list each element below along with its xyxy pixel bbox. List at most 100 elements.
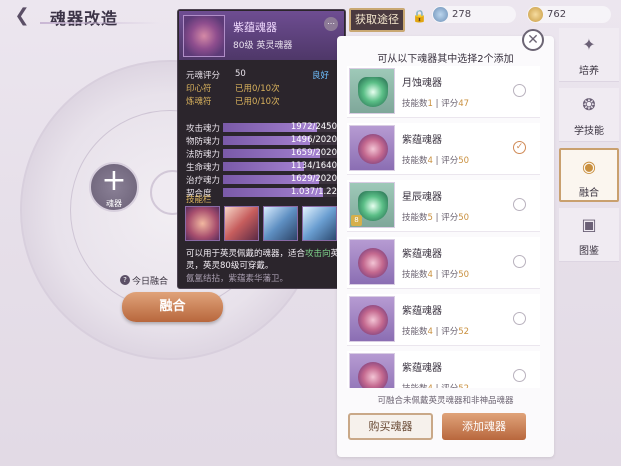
soul-item-meta: 技能数4 | 评分50 [402,268,469,280]
nav-label: 学技能 [574,126,604,137]
lock-icon[interactable]: 🔒 [412,9,427,23]
nav-item-learn-skill[interactable]: ❂ 学技能 [559,88,619,142]
back-arrow-icon[interactable]: ❮ [10,6,34,26]
close-icon[interactable]: ✕ [522,29,544,51]
score-value: 50 [458,156,470,166]
score-value: 50 [458,270,470,280]
fuse-button[interactable]: 融合 [122,292,223,322]
select-radio[interactable] [513,198,526,211]
stat-value: 1659/2020 [290,148,337,158]
select-radio[interactable] [513,84,526,97]
page-title: 魂器改造 [50,9,119,28]
soul-item-meta: 技能数4 | 评分52 [402,325,469,337]
rating-value: 50 [235,69,246,79]
score-label: 评分 [441,99,459,109]
soul-list[interactable]: 月蚀魂器 技能数1 | 评分47 紫蕴魂器 技能数4 | 评分50 ✓ 8 星辰魂器 技能数5… [347,66,540,388]
stat-bar: 1496/2020 [223,135,341,145]
soul-artifact-icon [349,125,395,171]
stat-value: 1629/2020 [290,174,337,184]
nav-label: 培养 [579,66,599,77]
select-radio[interactable] [513,255,526,268]
select-radio[interactable] [513,369,526,382]
soul-list-item[interactable]: 紫蕴魂器技能数4 | 评分52 [347,294,540,346]
description-text: 可以用于英灵佩戴的魂器，适合 [186,249,306,259]
skill-count-label: 技能数 [402,156,428,166]
stat-bar: 1659/2020 [223,148,341,158]
score-label: 评分 [441,156,459,166]
handbook-icon: ▣ [581,215,597,234]
side-nav: ✦ 培养 ❂ 学技能 ◉ 融合 ▣ 图鉴 [559,28,621,348]
soul-list-item[interactable]: 8 星辰魂器 技能数5 | 评分50 [347,180,540,232]
refine-row-label: 炼魂符 [186,97,212,107]
soul-list-item[interactable]: 紫蕴魂器 技能数4 | 评分50 ✓ [347,123,540,175]
skill-slot-4[interactable] [302,206,337,241]
select-radio[interactable] [513,312,526,325]
nav-item-cultivate[interactable]: ✦ 培养 [559,28,619,82]
currency-gold[interactable]: 762 [527,6,611,23]
skill-count-label: 技能数 [402,327,428,337]
skill-slot-1[interactable] [185,206,220,241]
soul-detail-tooltip: 紫蕴魂器 80级 英灵魂器 ⋯ 元魂评分 50 良好 印心符 已用0/10次 炼… [177,9,346,289]
title-underline [40,22,160,24]
stat-value: 1496/2020 [290,135,337,145]
more-options-icon[interactable]: ⋯ [324,17,338,31]
help-icon[interactable]: ? [120,275,130,285]
stat-label: 治疗魂力 [186,176,221,186]
stat-bar: 1134/1640 [223,161,341,171]
get-route-button[interactable]: 获取途径 [349,8,405,32]
tooltip-description: 可以用于英灵佩戴的魂器，适合攻击向英灵，英灵80级可穿戴。 [186,248,341,272]
skills-label: 技能栏 [186,195,212,205]
stat-label: 生命魂力 [186,163,221,173]
nav-label: 融合 [579,188,599,199]
rating-row: 元魂评分 [186,69,220,81]
score-value: 52 [458,327,470,337]
soul-item-name: 月蚀魂器 [402,78,442,89]
currency-silver[interactable]: 278 [432,6,516,23]
meta-separator: | [432,156,442,166]
rune-row-label: 印心符 [186,84,212,94]
skill-slot-3[interactable] [263,206,298,241]
soul-artifact-icon [349,353,395,388]
tooltip-soul-name: 紫蕴魂器 [233,21,277,34]
add-slot-label: 魂器 [106,199,122,208]
soul-artifact-icon [183,15,225,57]
learn-skill-icon: ❂ [582,95,596,114]
soul-item-name: 星辰魂器 [402,192,442,203]
score-value: 50 [458,213,470,223]
selected-check-icon[interactable]: ✓ [513,141,526,154]
silver-coin-icon [433,7,448,22]
soul-artifact-icon [349,68,395,114]
stat-label: 攻击魂力 [186,124,221,134]
soul-list-item[interactable]: 月蚀魂器技能数1 | 评分47 [347,66,540,118]
soul-item-name: 紫蕴魂器 [402,363,442,374]
soul-list-item[interactable]: 紫蕴魂器 技能数4 | 评分50 [347,237,540,289]
nav-item-handbook[interactable]: ▣ 图鉴 [559,208,619,262]
stat-value: 1972/2450 [290,122,337,132]
soul-item-name: 紫蕴魂器 [402,306,442,317]
plus-icon: + [101,163,127,198]
score-label: 评分 [441,327,459,337]
currency-silver-value: 278 [452,9,472,20]
tooltip-soul-level: 80级 英灵魂器 [233,41,293,51]
panel-note: 可融合未佩戴英灵魂器和非神品魂器 [377,396,514,406]
add-soul-button[interactable]: 添加魂器 [442,413,526,440]
soul-list-item[interactable]: 紫蕴魂器技能数4 | 评分52 [347,351,540,388]
add-soul-slot[interactable]: + 魂器 [89,162,139,212]
score-label: 评分 [441,213,459,223]
rune-row-value: 已用0/10次 [235,84,280,94]
stat-bar: 1972/2450 [223,122,341,132]
score-label: 评分 [441,270,459,280]
soul-emblem-icon [358,77,388,107]
score-label: 评分 [441,384,458,388]
tooltip-flavor-text: 氤氲结拈，紫蕴素华藩卫。 [186,274,289,284]
stat-bar: 1.037/1.22 [223,187,341,197]
buy-soul-button[interactable]: 购买魂器 [348,413,433,440]
nav-label: 图鉴 [579,246,599,257]
stat-label: 法防魂力 [186,150,221,160]
nav-item-fuse[interactable]: ◉ 融合 [559,148,619,202]
skill-slot-2[interactable] [224,206,259,241]
soul-item-meta: 技能数1 | 评分47 [402,97,469,109]
soul-item-meta: 技能数5 | 评分50 [402,211,469,223]
rating-label: 元魂评分 [186,71,221,81]
meta-separator: | [432,270,442,280]
